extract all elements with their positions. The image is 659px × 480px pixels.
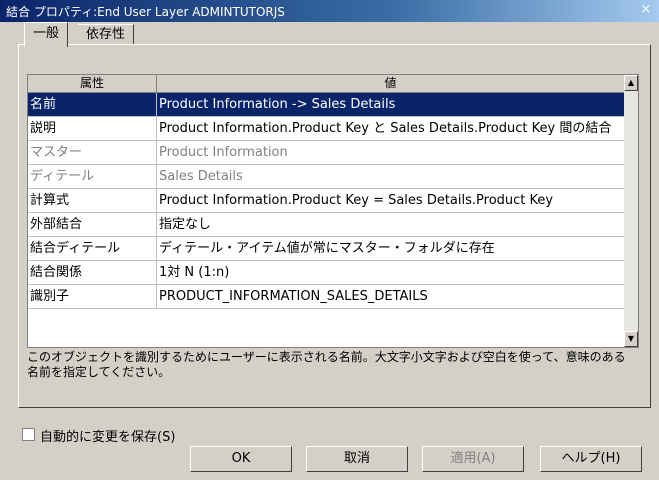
property-row-master: マスター Product Information xyxy=(28,141,624,165)
property-row-join-relation[interactable]: 結合関係 1対 N (1:n) xyxy=(28,261,624,285)
property-grid: 属性 値 名前 Product Information -> Sales Det… xyxy=(27,74,639,348)
property-value[interactable]: 1対 N (1:n) xyxy=(157,261,624,284)
ok-button[interactable]: OK xyxy=(190,446,292,472)
autosave-label[interactable]: 自動的に変更を保存(S) xyxy=(40,426,175,445)
property-row-outer-join[interactable]: 外部結合 指定なし xyxy=(28,213,624,237)
property-label: 識別子 xyxy=(28,285,157,308)
property-label: 結合関係 xyxy=(28,261,157,284)
autosave-checkbox[interactable] xyxy=(22,428,35,441)
property-value[interactable]: Product Information.Product Key = Sales … xyxy=(157,189,624,212)
property-label: 計算式 xyxy=(28,189,157,212)
property-row-description[interactable]: 説明 Product Information.Product Key と Sal… xyxy=(28,117,624,141)
property-row-detail: ディテール Sales Details xyxy=(28,165,624,189)
column-header-value: 値 xyxy=(157,75,624,93)
vertical-scrollbar[interactable]: ▲ ▼ xyxy=(624,75,638,347)
help-button[interactable]: ヘルプ(H) xyxy=(540,446,642,472)
property-value: Sales Details xyxy=(159,169,243,184)
grid-header: 属性 値 xyxy=(28,75,624,93)
property-value[interactable]: ディテール・アイテム値が常にマスター・フォルダに存在 xyxy=(157,237,624,260)
tab-general[interactable]: 一般 xyxy=(24,22,69,47)
title-bar: 結合 プロパティ:End User Layer ADMINTUTORJS × xyxy=(0,0,659,22)
property-row-identifier[interactable]: 識別子 PRODUCT_INFORMATION_SALES_DETAILS xyxy=(28,285,624,309)
property-value[interactable]: PRODUCT_INFORMATION_SALES_DETAILS xyxy=(157,285,624,308)
cancel-button[interactable]: 取消 xyxy=(306,446,408,472)
tab-dependencies[interactable]: 依存性 xyxy=(78,24,135,45)
grid-rows: 名前 Product Information -> Sales Details … xyxy=(28,93,624,309)
property-value[interactable]: Product Information.Product Key と Sales … xyxy=(157,117,624,140)
scroll-up-icon[interactable]: ▲ xyxy=(624,75,638,91)
property-row-join-detail[interactable]: 結合ディテール ディテール・アイテム値が常にマスター・フォルダに存在 xyxy=(28,237,624,261)
scroll-down-icon[interactable]: ▼ xyxy=(624,331,638,347)
property-label: 説明 xyxy=(28,117,157,140)
property-label: 名前 xyxy=(28,93,157,116)
property-label: 結合ディテール xyxy=(28,237,157,260)
property-row-formula[interactable]: 計算式 Product Information.Product Key = Sa… xyxy=(28,189,624,213)
property-value[interactable]: 指定なし xyxy=(157,213,624,236)
property-label: ディテール xyxy=(28,165,157,188)
apply-button: 適用(A) xyxy=(422,446,524,472)
property-value: Product Information xyxy=(159,145,288,160)
close-icon[interactable]: × xyxy=(639,3,653,17)
property-label: 外部結合 xyxy=(28,213,157,236)
property-row-name[interactable]: 名前 Product Information -> Sales Details xyxy=(28,93,624,117)
property-label: マスター xyxy=(28,141,157,164)
property-value[interactable]: Product Information -> Sales Details xyxy=(157,93,624,116)
window-title: 結合 プロパティ:End User Layer ADMINTUTORJS xyxy=(6,5,285,19)
property-description: このオブジェクトを識別するためにユーザーに表示される名前。大文字小文字および空白… xyxy=(27,350,626,379)
column-header-attribute: 属性 xyxy=(28,75,157,93)
